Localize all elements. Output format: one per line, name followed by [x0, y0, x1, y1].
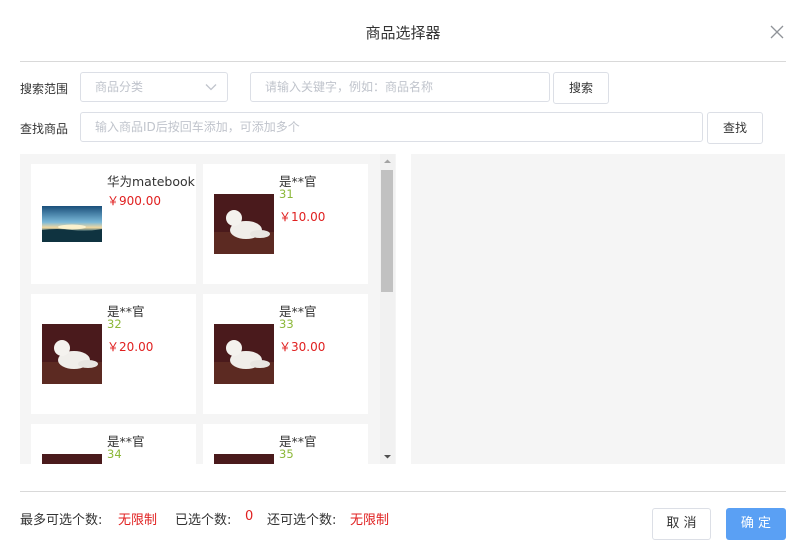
product-id: 33: [279, 317, 294, 331]
product-id: 34: [107, 447, 122, 461]
selected-count-label: 已选个数:: [175, 513, 232, 528]
selected-count-value: 0: [245, 509, 254, 524]
product-image-dog: [42, 454, 102, 464]
product-card[interactable]: 是**官 31 ￥10.00: [203, 164, 368, 284]
find-button[interactable]: 查找: [707, 112, 763, 144]
keyword-search-input[interactable]: [250, 72, 550, 102]
ok-button[interactable]: 确 定: [726, 508, 786, 540]
product-image-sunset: [42, 206, 102, 266]
search-scope-label: 搜索范围: [20, 82, 69, 96]
product-image-dog: [214, 194, 274, 254]
product-image-dog: [214, 454, 274, 464]
product-card[interactable]: 是**官 33 ￥30.00: [203, 294, 368, 414]
category-select-placeholder: 商品分类: [95, 80, 144, 94]
product-image-dog: [42, 324, 102, 384]
product-selector-dialog: 商品选择器 搜索范围 商品分类 搜索 查找商品 查找: [0, 0, 806, 560]
product-card[interactable]: 是**官 32 ￥20.00: [31, 294, 196, 414]
search-button[interactable]: 搜索: [553, 72, 609, 104]
scrollbar-thumb[interactable]: [381, 170, 393, 292]
product-name: 华为matebook: [107, 174, 195, 189]
product-id: 35: [279, 447, 294, 461]
category-select[interactable]: 商品分类: [80, 72, 228, 102]
product-price: ￥10.00: [279, 210, 326, 224]
product-list[interactable]: 华为matebook ￥900.00 是**官 31 ￥10.00 是**官 3…: [20, 154, 396, 464]
product-card[interactable]: 是**官 35: [203, 424, 368, 464]
product-card[interactable]: 华为matebook ￥900.00: [31, 164, 196, 284]
product-image-dog: [214, 324, 274, 384]
close-icon[interactable]: [770, 25, 784, 39]
scroll-up-arrow-icon[interactable]: [380, 154, 395, 169]
selected-products-panel: [411, 154, 785, 464]
product-id-input[interactable]: [80, 112, 703, 142]
product-price: ￥900.00: [107, 194, 161, 208]
product-price: ￥20.00: [107, 340, 154, 354]
remaining-count-label: 还可选个数:: [267, 513, 337, 528]
product-price: ￥30.00: [279, 340, 326, 354]
footer-divider: [20, 491, 786, 492]
product-id: 31: [279, 187, 294, 201]
dialog-title: 商品选择器: [365, 24, 441, 42]
scroll-down-arrow-icon[interactable]: [380, 449, 395, 464]
remaining-count-value: 无限制: [350, 513, 390, 528]
max-count-value: 无限制: [118, 513, 158, 528]
cancel-button[interactable]: 取 消: [652, 508, 711, 540]
find-product-label: 查找商品: [20, 122, 69, 136]
product-list-scrollbar[interactable]: [380, 154, 395, 464]
max-count-label: 最多可选个数:: [20, 513, 103, 528]
product-id: 32: [107, 317, 122, 331]
chevron-down-icon: [205, 84, 217, 91]
product-card[interactable]: 是**官 34: [31, 424, 196, 464]
header-divider: [20, 61, 786, 62]
